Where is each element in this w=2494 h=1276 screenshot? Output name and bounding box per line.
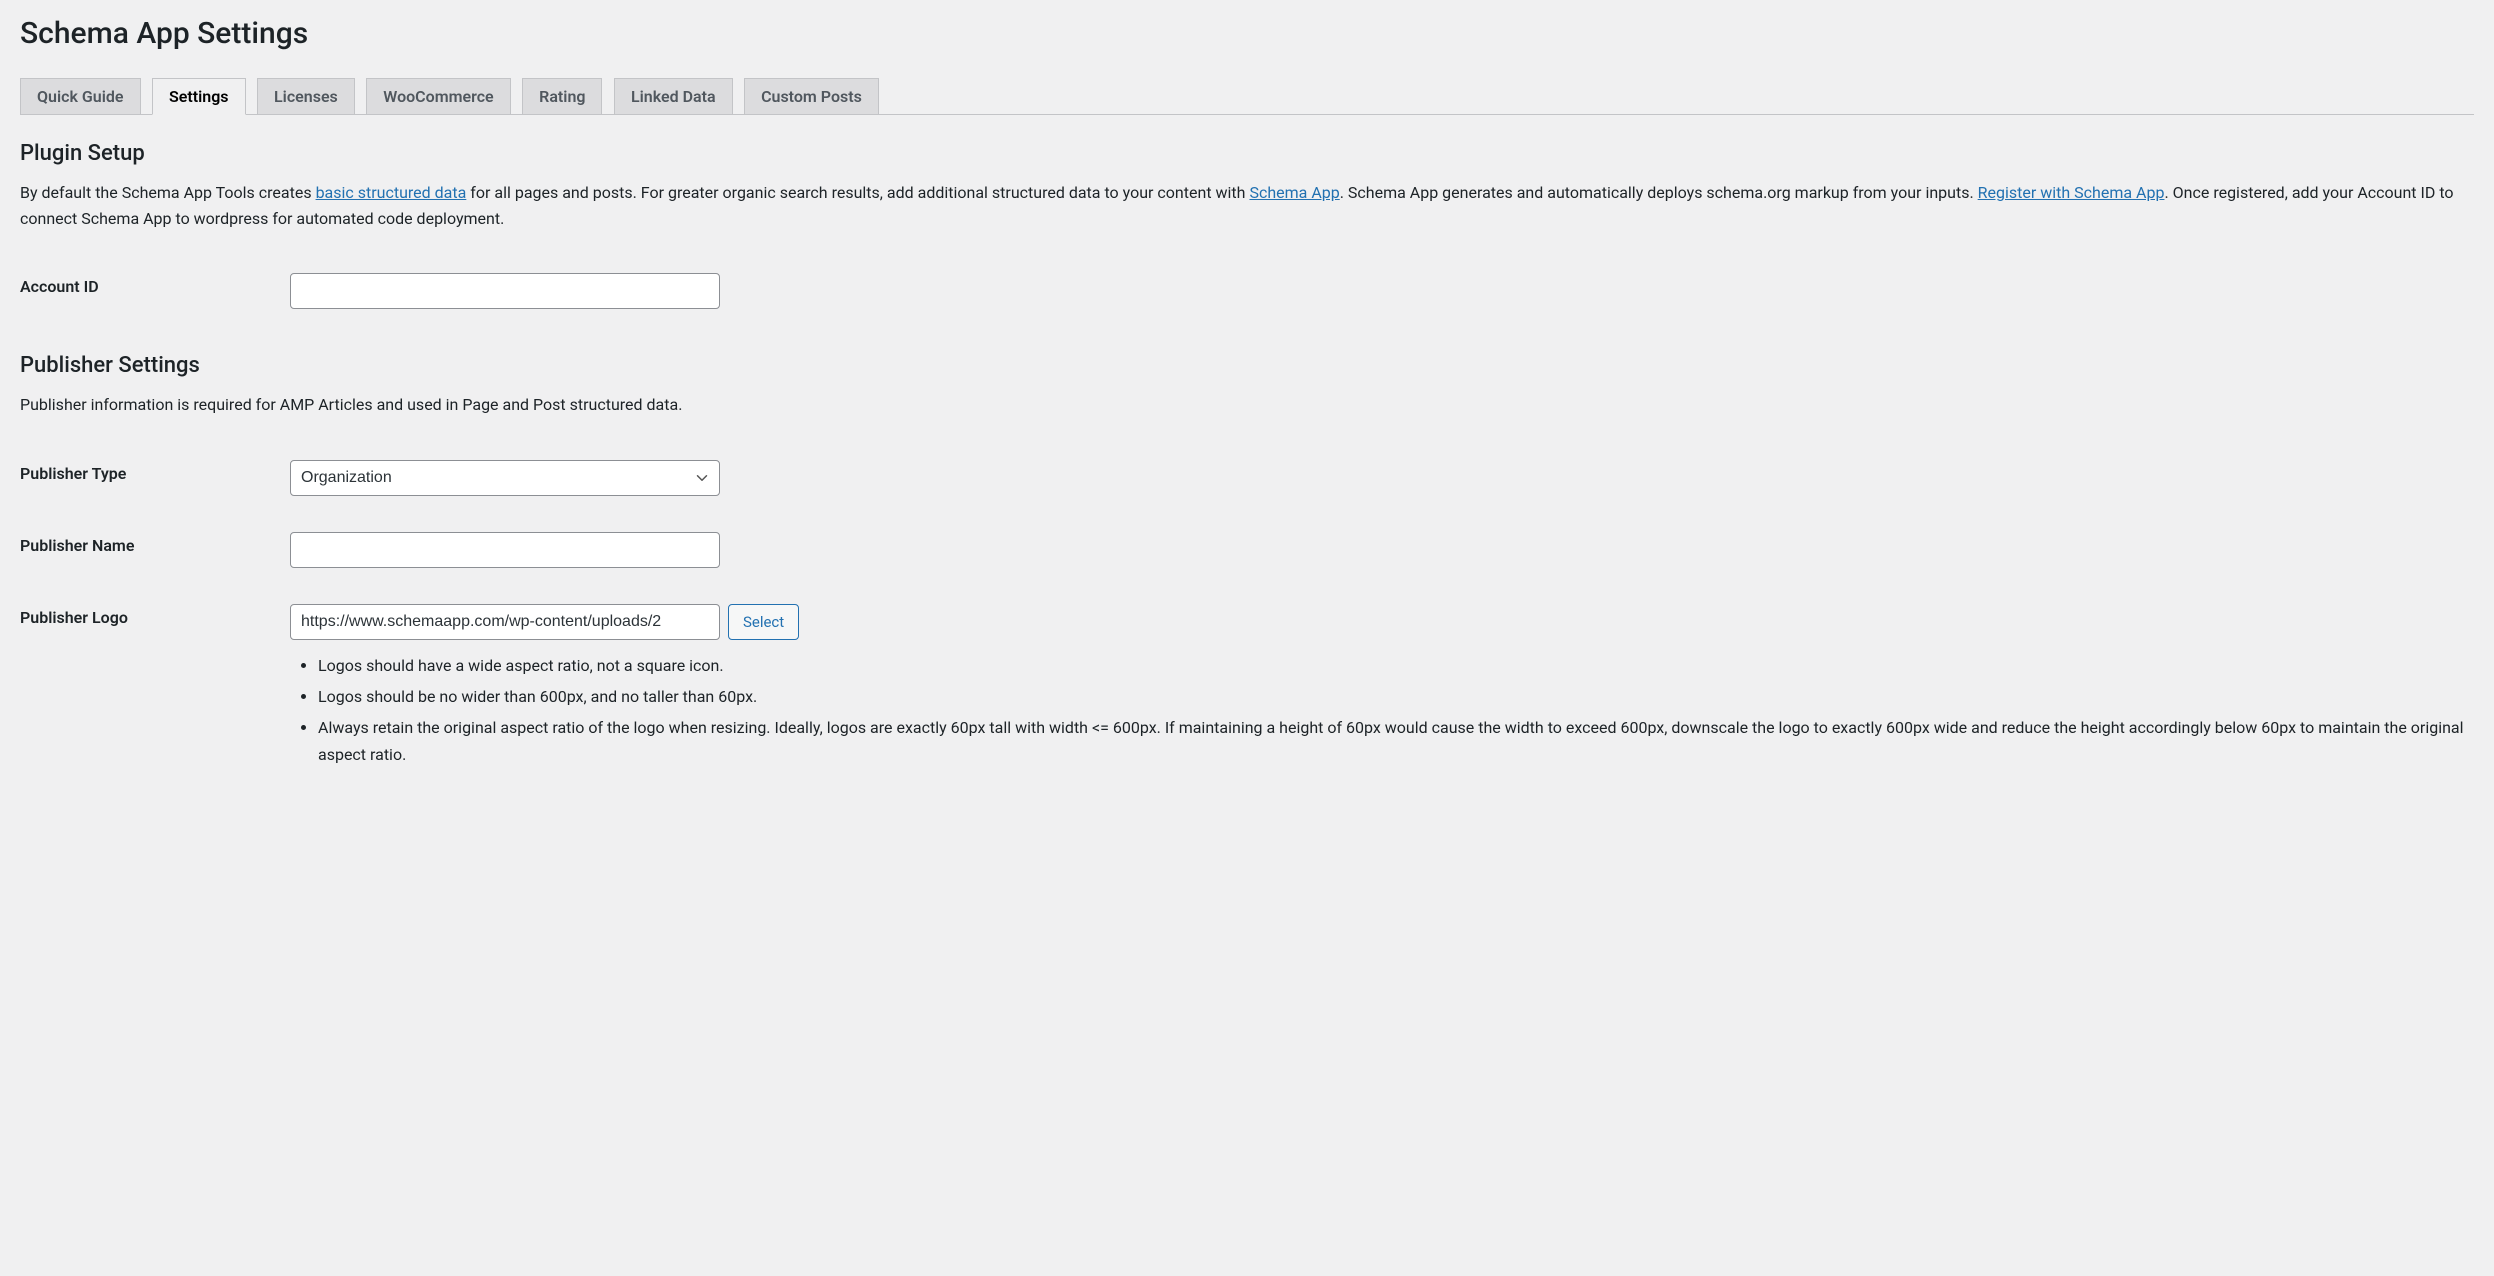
- schema-app-link[interactable]: Schema App: [1249, 183, 1339, 202]
- account-id-input[interactable]: [290, 273, 720, 309]
- intro-text-2: for all pages and posts. For greater org…: [466, 183, 1249, 202]
- register-schema-app-link[interactable]: Register with Schema App: [1978, 183, 2165, 202]
- publisher-type-label: Publisher Type: [20, 442, 290, 514]
- tab-bar: Quick Guide Settings Licenses WooCommerc…: [20, 69, 2474, 115]
- publisher-name-row: Publisher Name: [20, 514, 2474, 586]
- account-id-label: Account ID: [20, 255, 290, 327]
- tab-quick-guide[interactable]: Quick Guide: [20, 78, 141, 114]
- publisher-settings-heading: Publisher Settings: [20, 353, 2474, 378]
- publisher-type-row: Publisher Type Organization: [20, 442, 2474, 514]
- intro-text-3: . Schema App generates and automatically…: [1340, 183, 1978, 202]
- logo-notes-list: Logos should have a wide aspect ratio, n…: [318, 652, 2464, 769]
- basic-structured-data-link[interactable]: basic structured data: [316, 183, 467, 202]
- tab-woocommerce[interactable]: WooCommerce: [366, 78, 510, 114]
- plugin-setup-description: By default the Schema App Tools creates …: [20, 180, 2474, 231]
- publisher-type-select[interactable]: Organization: [290, 460, 720, 496]
- page-title: Schema App Settings: [20, 10, 2474, 51]
- account-form-table: Account ID: [20, 255, 2474, 327]
- publisher-logo-label: Publisher Logo: [20, 586, 290, 791]
- publisher-logo-input[interactable]: [290, 604, 720, 640]
- plugin-setup-heading: Plugin Setup: [20, 141, 2474, 166]
- tab-licenses[interactable]: Licenses: [257, 78, 355, 114]
- publisher-form-table: Publisher Type Organization Publisher Na…: [20, 442, 2474, 791]
- tab-linked-data[interactable]: Linked Data: [614, 78, 733, 114]
- tab-settings[interactable]: Settings: [152, 78, 246, 115]
- tab-custom-posts[interactable]: Custom Posts: [744, 78, 879, 114]
- list-item: Logos should have a wide aspect ratio, n…: [318, 652, 2464, 679]
- list-item: Logos should be no wider than 600px, and…: [318, 683, 2464, 710]
- select-button[interactable]: Select: [728, 604, 799, 640]
- publisher-name-label: Publisher Name: [20, 514, 290, 586]
- intro-text-1: By default the Schema App Tools creates: [20, 183, 316, 202]
- publisher-name-input[interactable]: [290, 532, 720, 568]
- account-id-row: Account ID: [20, 255, 2474, 327]
- publisher-logo-row: Publisher Logo Select Logos should have …: [20, 586, 2474, 791]
- tab-rating[interactable]: Rating: [522, 78, 602, 114]
- publisher-description: Publisher information is required for AM…: [20, 392, 2474, 418]
- list-item: Always retain the original aspect ratio …: [318, 714, 2464, 768]
